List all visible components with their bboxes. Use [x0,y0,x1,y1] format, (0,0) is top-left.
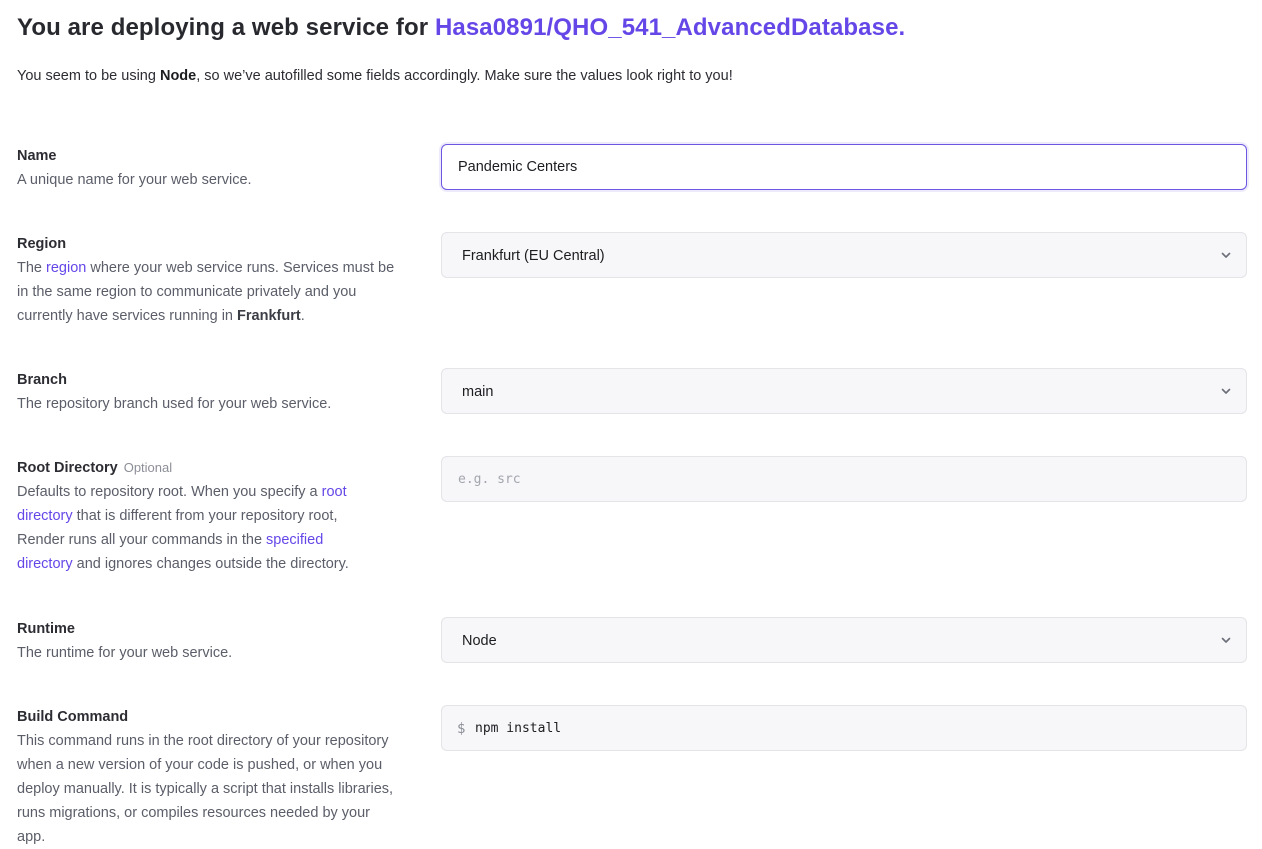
build-command-label-column: Build Command This command runs in the r… [17,705,407,849]
name-input[interactable] [442,145,1246,189]
chevron-down-icon [1221,388,1231,394]
region-select[interactable]: Frankfurt (EU Central) [441,232,1247,278]
chevron-down-icon [1221,637,1231,643]
chevron-down-icon [1221,252,1231,258]
current-region: Frankfurt [237,308,301,324]
root-directory-label-column: Root Directory Optional Defaults to repos… [17,456,407,576]
runtime-label-column: Runtime The runtime for your web service… [17,617,407,665]
root-desc-post: and ignores changes outside the director… [72,556,349,572]
build-command-label: Build Command [17,709,129,725]
build-command-input-box: $ [441,705,1247,751]
region-desc-post: . [300,308,305,324]
page-title: You are deploying a web service for Hasa… [17,14,905,42]
build-command-description: This command runs in the root directory … [17,733,394,845]
branch-selected-value: main [462,384,494,400]
runtime-description: The runtime for your web service. [17,645,233,661]
name-input-box [441,144,1247,190]
page-title-prefix: You are deploying a web service for [17,14,435,41]
name-label: Name [17,148,57,164]
runtime-label: Runtime [17,621,75,637]
name-label-column: Name A unique name for your web service. [17,144,407,192]
branch-label-column: Branch The repository branch used for yo… [17,368,407,416]
root-directory-description: Defaults to repository root. When you sp… [17,480,377,576]
region-label-column: Region The region where your web service… [17,232,407,328]
runtime-selected-value: Node [462,633,497,649]
region-description: The region where your web service runs. … [17,256,407,328]
name-description: A unique name for your web service. [17,172,252,188]
optional-tag: Optional [123,460,173,475]
autofill-notice-post: , so we’ve autofilled some fields accord… [196,68,733,84]
detected-runtime: Node [159,68,197,84]
region-desc-pre: The [17,260,47,276]
region-selected-value: Frankfurt (EU Central) [462,248,605,264]
root-directory-label-text: Root Directory [17,460,118,476]
build-command-input[interactable] [442,706,1246,750]
root-directory-input-box [441,456,1247,502]
runtime-select[interactable]: Node [441,617,1247,663]
branch-select[interactable]: main [441,368,1247,414]
autofill-notice: You seem to be using Node, so we’ve auto… [17,68,733,84]
branch-label: Branch [17,372,67,388]
region-label: Region [17,236,67,252]
deploy-web-service-page: You are deploying a web service for Hasa… [0,0,1262,845]
repository-link[interactable]: Hasa0891/QHO_541_AdvancedDatabase. [435,14,905,41]
root-directory-input[interactable] [442,457,1246,501]
root-desc-pre: Defaults to repository root. When you sp… [17,484,322,500]
branch-description: The repository branch used for your web … [17,396,332,412]
root-directory-label: Root Directory Optional [17,456,407,480]
autofill-notice-pre: You seem to be using [17,68,160,84]
region-docs-link[interactable]: region [46,260,86,276]
